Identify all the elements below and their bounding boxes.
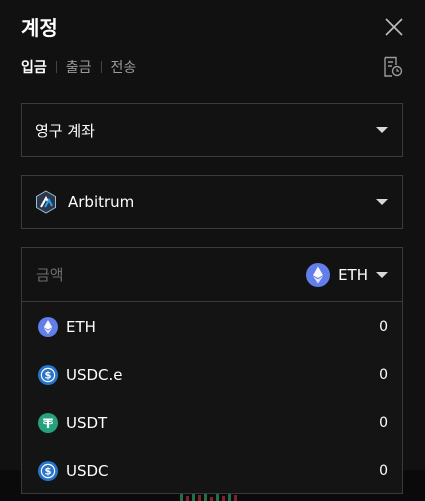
token-option-usdc[interactable]: $ USDC 0 — [22, 447, 402, 495]
token-option-eth[interactable]: ETH 0 — [22, 303, 402, 351]
token-dropdown: ETH 0 $ USDC.e 0 USDT 0 $ USDC 0 — [21, 302, 403, 494]
chevron-down-icon — [376, 272, 388, 278]
token-symbol: USDC — [66, 462, 109, 480]
network-value: Arbitrum — [68, 193, 135, 211]
usdt-icon — [38, 413, 58, 433]
token-balance: 0 — [379, 463, 388, 479]
network-select[interactable]: Arbitrum — [21, 175, 403, 229]
token-balance: 0 — [379, 415, 388, 431]
eth-icon — [38, 317, 58, 337]
account-dialog: 계정 입금 출금 전송 영구 계좌 Arbitrum 금액 ETH ETH 0 … — [0, 0, 425, 501]
eth-icon — [306, 263, 331, 287]
close-icon — [385, 18, 403, 36]
usdc-icon: $ — [38, 365, 58, 385]
dialog-title: 계정 — [21, 16, 58, 40]
chevron-down-icon — [376, 199, 388, 205]
tab-transfer[interactable]: 전송 — [111, 57, 137, 77]
tab-deposit[interactable]: 입금 — [21, 57, 47, 77]
token-symbol: ETH — [66, 318, 96, 336]
close-button[interactable] — [384, 17, 404, 37]
svg-text:$: $ — [45, 467, 52, 478]
token-balance: 0 — [379, 319, 388, 335]
amount-input[interactable] — [34, 262, 278, 288]
usdc-icon: $ — [38, 461, 58, 481]
token-balance: 0 — [379, 367, 388, 383]
token-option-usdc-e[interactable]: $ USDC.e 0 — [22, 351, 402, 399]
tab-withdraw[interactable]: 출금 — [66, 57, 92, 77]
arbitrum-logo-icon — [36, 190, 56, 214]
chevron-down-icon — [376, 127, 388, 133]
token-symbol: USDC.e — [66, 366, 123, 384]
history-document-icon — [384, 56, 403, 77]
selected-token: ETH — [338, 266, 368, 284]
account-type-value: 영구 계좌 — [35, 121, 95, 140]
tab-bar: 입금 출금 전송 — [21, 57, 136, 77]
account-type-select[interactable]: 영구 계좌 — [21, 103, 403, 157]
history-button[interactable] — [383, 56, 403, 78]
token-option-usdt[interactable]: USDT 0 — [22, 399, 402, 447]
svg-text:$: $ — [45, 371, 52, 382]
token-select[interactable]: ETH — [306, 263, 388, 287]
amount-field: ETH — [21, 247, 403, 302]
token-symbol: USDT — [66, 414, 108, 432]
tab-divider — [100, 61, 102, 73]
tab-divider — [55, 61, 57, 73]
